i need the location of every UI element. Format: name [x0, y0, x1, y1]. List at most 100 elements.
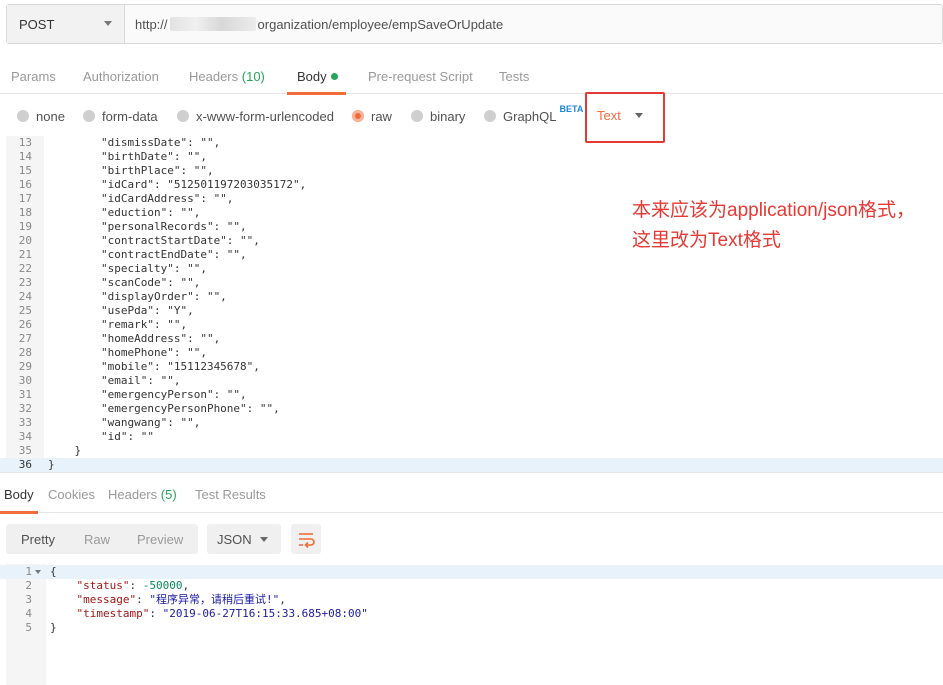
line-number: 30: [18, 374, 32, 387]
view-pretty-button[interactable]: Pretty: [21, 532, 55, 547]
body-type-options: none form-data x-www-form-urlencoded raw…: [0, 94, 943, 136]
line-number: 18: [18, 206, 32, 219]
json-comma: ,: [182, 579, 190, 592]
tab-params[interactable]: Params: [11, 54, 56, 94]
code-text: {: [50, 565, 57, 578]
resp-tab-cookies-label: Cookies: [48, 487, 95, 502]
request-tabs: Params Authorization Headers (10) Body P…: [0, 54, 943, 95]
line-number: 2: [25, 579, 32, 592]
resp-tab-headers[interactable]: Headers (5): [108, 473, 177, 513]
view-preview-button[interactable]: Preview: [137, 532, 183, 547]
resp-tab-body[interactable]: Body: [0, 473, 38, 514]
line-number: 15: [18, 164, 32, 177]
code-text: "mobile": "15112345678",: [48, 360, 260, 373]
tab-pre-request-script-label: Pre-request Script: [368, 69, 473, 84]
wrap-lines-button[interactable]: [291, 524, 321, 554]
response-body-viewer[interactable]: 1{2 "status": -50000, 3 "message": "程序异常，…: [0, 564, 943, 685]
headers-count-badge: (10): [241, 69, 265, 84]
code-text: "status": -50000,: [50, 579, 190, 593]
code-line: 23 "scanCode": "",: [0, 276, 943, 290]
json-comma: ,: [279, 593, 286, 606]
radio-form-data-label: form-data: [102, 108, 158, 124]
tab-headers[interactable]: Headers (10): [189, 54, 265, 94]
radio-urlencoded[interactable]: x-www-form-urlencoded: [177, 108, 334, 124]
radio-urlencoded-label: x-www-form-urlencoded: [196, 108, 334, 124]
code-text: "idCardAddress": "",: [48, 192, 234, 205]
code-text: "email": "",: [48, 374, 181, 387]
code-text: "dismissDate": "",: [48, 136, 221, 149]
response-tabs: Body Cookies Headers (5) Test Results: [0, 473, 943, 514]
radio-circle-icon: [83, 110, 95, 122]
tab-pre-request-script[interactable]: Pre-request Script: [368, 54, 473, 94]
code-line: 16 "idCard": "512501197203035172",: [0, 178, 943, 192]
fold-caret-icon[interactable]: [35, 570, 41, 574]
line-number: 27: [18, 332, 32, 345]
resp-tab-cookies[interactable]: Cookies: [48, 473, 95, 513]
code-text: "birthDate": "",: [48, 150, 207, 163]
radio-form-data[interactable]: form-data: [83, 108, 158, 124]
tab-headers-label: Headers: [189, 69, 239, 84]
code-line: 27 "homeAddress": "",: [0, 332, 943, 346]
radio-raw[interactable]: raw: [352, 108, 392, 124]
line-number: 1: [25, 565, 32, 578]
radio-none[interactable]: none: [17, 108, 65, 124]
code-line: 34 "id": "": [0, 430, 943, 444]
code-text: }: [48, 458, 55, 471]
code-text: "idCard": "512501197203035172",: [48, 178, 307, 191]
line-number: 23: [18, 276, 32, 289]
code-text: "specialty": "",: [48, 262, 207, 275]
line-number: 34: [18, 430, 32, 443]
resp-tab-test-results[interactable]: Test Results: [195, 473, 266, 513]
json-separator: :: [129, 579, 143, 592]
tab-tests[interactable]: Tests: [499, 54, 529, 94]
resp-tab-test-results-label: Test Results: [195, 487, 266, 502]
line-number: 26: [18, 318, 32, 331]
annotation-note: 本来应该为application/json格式，这里改为Text格式: [632, 200, 915, 251]
response-format-select[interactable]: JSON: [207, 524, 281, 554]
tab-authorization[interactable]: Authorization: [83, 54, 159, 94]
radio-selected-icon: [352, 110, 364, 122]
code-text: "id": "": [48, 430, 154, 443]
tab-params-label: Params: [11, 69, 56, 84]
json-separator: :: [149, 607, 163, 620]
method-label: POST: [19, 16, 55, 32]
url-input[interactable]: http:// organization/employee/empSaveOrU…: [125, 5, 942, 43]
tab-body-label: Body: [297, 69, 327, 84]
radio-graphql[interactable]: GraphQL BETA: [484, 104, 583, 124]
wrap-lines-icon: [299, 533, 315, 549]
radio-graphql-label: GraphQL: [503, 108, 557, 124]
line-number: 32: [18, 402, 32, 415]
response-toolbar: Pretty Raw Preview JSON: [0, 524, 943, 554]
line-number: 29: [18, 360, 32, 373]
radio-circle-icon: [411, 110, 423, 122]
line-number: 14: [18, 150, 32, 163]
code-text: "birthPlace": "",: [48, 164, 214, 177]
json-key: "status": [76, 579, 130, 592]
json-value: "程序异常，请稍后重试!": [149, 593, 280, 606]
chevron-down-icon: [104, 21, 112, 26]
view-raw-button[interactable]: Raw: [84, 532, 110, 547]
line-number: 24: [18, 290, 32, 303]
line-number: 22: [18, 262, 32, 275]
code-line: 35 }: [0, 444, 943, 458]
response-format-label: JSON: [217, 532, 252, 547]
code-line: 25 "usePda": "Y",: [0, 304, 943, 318]
tab-body[interactable]: Body: [287, 54, 346, 95]
code-text: "contractStartDate": "",: [48, 234, 260, 247]
request-body-editor[interactable]: 13 "dismissDate": "", 14 "birthDate": "",…: [0, 136, 943, 472]
response-line: 1{: [0, 565, 943, 579]
code-text: "homeAddress": "",: [48, 332, 221, 345]
radio-binary[interactable]: binary: [411, 108, 465, 124]
code-line: 22 "specialty": "",: [0, 262, 943, 276]
beta-badge: BETA: [559, 104, 584, 114]
body-indicator-dot-icon: [330, 73, 338, 80]
method-select[interactable]: POST: [7, 5, 125, 43]
code-text: "message": "程序异常，请稍后重试!",: [50, 593, 286, 607]
line-number: 20: [18, 234, 32, 247]
radio-circle-icon: [484, 110, 496, 122]
code-line: 28 "homePhone": "",: [0, 346, 943, 360]
json-separator: :: [136, 593, 150, 606]
code-text: "wangwang": "",: [48, 416, 201, 429]
line-number: 28: [18, 346, 32, 359]
